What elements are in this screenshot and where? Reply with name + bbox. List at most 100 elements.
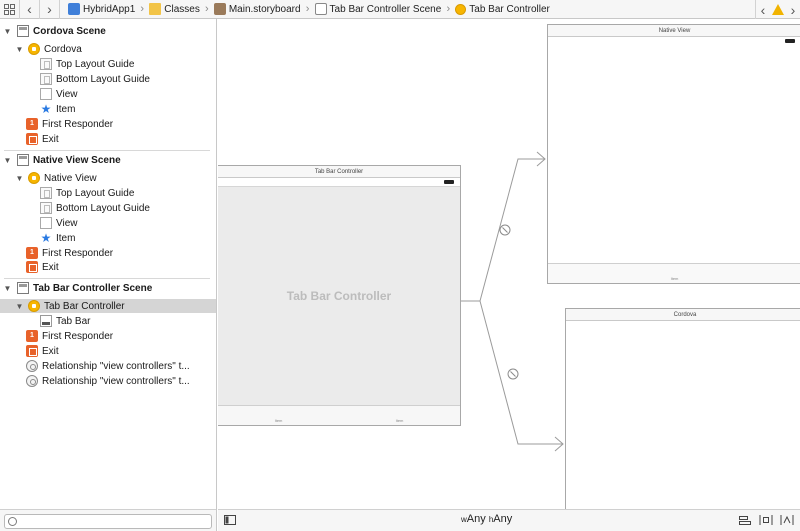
outline-item-tab-bar-item[interactable]: ★ Item [0,102,216,116]
filter-icon [8,517,17,526]
outline-label: Tab Bar [56,315,91,327]
chevron-right-icon: › [205,3,209,15]
outline-label: View [56,217,78,229]
scene-icon [314,3,327,15]
scene-icon [17,282,29,294]
issue-navigator: ‹ › [755,0,800,19]
outline-item-tab-bar-controller[interactable]: ▼ Tab Bar Controller [0,299,216,313]
previous-issue-button[interactable]: ‹ [756,0,770,19]
first-responder-icon: 1 [26,330,38,342]
disclosure-triangle-icon[interactable]: ▼ [15,302,24,311]
disclosure-triangle-icon[interactable]: ▼ [3,27,12,36]
native-view-scene[interactable]: Native View Item [547,24,800,284]
folder-icon [149,3,162,15]
scene-divider [4,278,210,279]
disclosure-triangle-icon[interactable]: ▼ [3,284,12,293]
outline-item-tab-bar[interactable]: Tab Bar [0,314,216,328]
outline-item-exit[interactable]: Exit [0,344,216,358]
scene-icon [17,25,29,37]
outline-label: Item [56,103,76,115]
view-controller-icon [28,172,40,184]
outline-item-exit[interactable]: Exit [0,260,216,274]
tab-bar[interactable]: Item Item [218,405,460,425]
breadcrumb-scene[interactable]: Tab Bar Controller Scene [314,0,442,19]
outline-filter-field[interactable] [4,514,212,529]
tab-bar-icon [40,315,52,327]
tab-bar-controller-body: Tab Bar Controller [218,186,460,405]
outline-label: Bottom Layout Guide [56,73,150,85]
outline-label: Relationship "view controllers" t... [42,375,190,387]
outline-item-bottom-layout-guide[interactable]: Bottom Layout Guide [0,201,216,215]
outline-item-first-responder[interactable]: 1 First Responder [0,329,216,343]
outline-scene-tab-bar-controller[interactable]: ▼ Tab Bar Controller Scene [0,281,216,295]
warning-icon[interactable] [770,0,786,19]
outline-item-cordova-controller[interactable]: ▼ Cordova [0,42,216,56]
layout-guide-icon [40,58,52,70]
scene-icon [17,154,29,166]
outline-item-exit[interactable]: Exit [0,132,216,146]
tab-bar-item[interactable]: Item [548,264,800,283]
outline-scene-cordova[interactable]: ▼ Cordova Scene [0,24,216,38]
outline-item-top-layout-guide[interactable]: Top Layout Guide [0,57,216,71]
scene-dock-title[interactable]: Cordova [566,309,800,321]
outline-item-view[interactable]: View [0,216,216,230]
outline-item-first-responder[interactable]: 1 First Responder [0,246,216,260]
breadcrumb-controller[interactable]: Tab Bar Controller [455,0,550,19]
outline-item-top-layout-guide[interactable]: Top Layout Guide [0,186,216,200]
view-icon [40,217,52,229]
chevron-right-icon: › [305,3,310,15]
outline-item-native-view-controller[interactable]: ▼ Native View [0,171,216,185]
breadcrumb-label: Main.storyboard [228,3,301,15]
outline-item-bottom-layout-guide[interactable]: Bottom Layout Guide [0,72,216,86]
cordova-scene[interactable]: Cordova [565,308,800,509]
outline-scene-native-view[interactable]: ▼ Native View Scene [0,153,216,167]
outline-item-first-responder[interactable]: 1 First Responder [0,117,216,131]
outline-label: First Responder [42,118,114,130]
storyboard-canvas[interactable]: Tab Bar Controller Tab Bar Controller It… [218,19,800,509]
outline-label: Top Layout Guide [56,187,135,199]
disclosure-triangle-icon[interactable]: ▼ [3,156,12,165]
align-icon[interactable] [738,515,752,525]
related-items-icon[interactable] [0,0,19,19]
outline-label: Exit [42,133,59,145]
tab-bar-controller-scene[interactable]: Tab Bar Controller Tab Bar Controller It… [218,165,461,426]
outline-label: Exit [42,261,59,273]
exit-icon [26,261,38,273]
relationship-segue-icon [26,375,38,387]
next-issue-button[interactable]: › [786,0,800,19]
forward-button[interactable]: › [40,0,59,19]
back-button[interactable]: ‹ [20,0,39,19]
breadcrumb-folder[interactable]: Classes [149,0,200,19]
outline-item-relationship[interactable]: Relationship "view controllers" t... [0,359,216,373]
star-icon: ★ [40,102,52,116]
size-class-control[interactable]: wAny hAny [461,513,512,525]
disclosure-triangle-icon[interactable]: ▼ [15,45,24,54]
disclosure-triangle-icon[interactable]: ▼ [15,174,24,183]
breadcrumb-storyboard[interactable]: Main.storyboard [213,0,301,19]
resolve-auto-layout-icon[interactable] [780,515,794,525]
chevron-right-icon: › [140,3,145,15]
first-responder-icon: 1 [26,118,38,130]
document-outline: ▼ Cordova Scene ▼ Cordova Top Layout Gui… [0,19,217,531]
tab-bar[interactable]: Item [548,263,800,283]
breadcrumb-label: Tab Bar Controller Scene [329,3,442,15]
scene-dock-title[interactable]: Native View [548,25,800,37]
outline-item-view[interactable]: View [0,87,216,101]
exit-icon [26,345,38,357]
layout-guide-icon [40,187,52,199]
breadcrumb-label: Tab Bar Controller [469,3,550,15]
size-class-w-value: Any [466,513,486,525]
outline-item-relationship[interactable]: Relationship "view controllers" t... [0,374,216,388]
outline-item-tab-bar-item[interactable]: ★ Item [0,231,216,245]
tab-bar-item[interactable]: Item [339,406,460,425]
view-controller-icon [28,300,40,312]
outline-label: Native View [44,172,97,184]
pin-icon[interactable] [759,515,773,525]
outline-label: Cordova [44,43,82,55]
view-controller-icon [28,43,40,55]
layout-guide-icon [40,73,52,85]
scene-dock-title[interactable]: Tab Bar Controller [218,166,460,178]
tab-bar-item[interactable]: Item [218,406,339,425]
breadcrumb-project[interactable]: HybridApp1 [68,0,135,19]
toggle-outline-icon[interactable] [224,515,236,525]
